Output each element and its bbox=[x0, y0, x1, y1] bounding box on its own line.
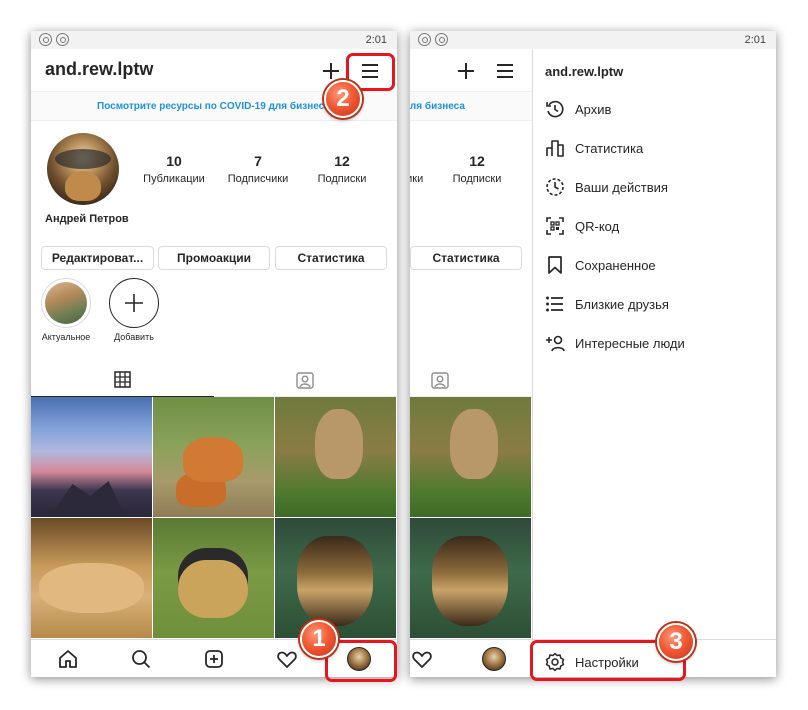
bookmark-icon bbox=[548, 256, 562, 274]
stat-following[interactable]: 12 Подписки bbox=[302, 153, 382, 185]
post-thumbnail-sunset[interactable] bbox=[31, 397, 152, 517]
new-post-icon[interactable] bbox=[456, 61, 476, 81]
status-bar: 2:01 bbox=[410, 31, 776, 49]
stat-following-value: 12 bbox=[469, 153, 485, 169]
side-menu-drawer: and.rew.lptw Архив Статистика Ваши дейст… bbox=[532, 49, 776, 677]
phone-profile-screen: 2:01 and.rew.lptw Посмотрите ресурсы по … bbox=[31, 31, 397, 677]
viber-icon bbox=[56, 33, 69, 46]
profile-avatar[interactable] bbox=[47, 133, 119, 205]
viber-icon bbox=[435, 33, 448, 46]
phone-menu-screen: 2:01 Посмотрите ресурсы по COVID-19 для … bbox=[410, 31, 776, 677]
new-post-icon[interactable] bbox=[321, 61, 341, 81]
post-thumbnail-wild-dog[interactable] bbox=[275, 518, 396, 638]
viber-icon bbox=[39, 33, 52, 46]
step-badge-1: 1 bbox=[300, 620, 338, 658]
heart-icon[interactable] bbox=[276, 648, 298, 670]
menu-item-qr-code-label: QR-код bbox=[575, 219, 620, 234]
activity-icon bbox=[546, 178, 564, 196]
menu-item-insights[interactable]: Статистика bbox=[545, 138, 765, 158]
menu-item-close-friends[interactable]: Близкие друзья bbox=[545, 294, 765, 314]
status-bar: 2:01 bbox=[31, 31, 397, 49]
post-thumbnail-wild-dog[interactable] bbox=[410, 518, 531, 638]
stat-following-value: 12 bbox=[334, 153, 350, 169]
highlight-current-label: Актуальное bbox=[41, 332, 91, 342]
promotions-button[interactable]: Промоакции bbox=[158, 246, 270, 270]
menu-item-archive-label: Архив bbox=[575, 102, 612, 117]
drawer-username: and.rew.lptw bbox=[545, 64, 624, 79]
qr-code-icon bbox=[546, 217, 564, 235]
stat-followers[interactable]: 7 Подписчики bbox=[410, 153, 433, 185]
stat-following[interactable]: 12 Подписки bbox=[437, 153, 517, 185]
post-thumbnail-fox[interactable] bbox=[153, 397, 274, 517]
archive-icon bbox=[546, 100, 564, 118]
stat-following-label: Подписки bbox=[317, 173, 367, 185]
menu-item-activity-label: Ваши действия bbox=[575, 180, 668, 195]
profile-username: and.rew.lptw bbox=[45, 59, 154, 79]
search-icon[interactable] bbox=[130, 648, 152, 670]
profile-nav-avatar[interactable] bbox=[482, 647, 506, 671]
edit-profile-button[interactable]: Редактироват... bbox=[41, 246, 154, 270]
menu-item-saved[interactable]: Сохраненное bbox=[545, 255, 765, 275]
stat-followers-label: Подписчики bbox=[410, 173, 424, 185]
covid-banner-text[interactable]: Посмотрите ресурсы по COVID-19 для бизне… bbox=[410, 101, 465, 112]
post-thumbnail-monkeys[interactable] bbox=[153, 518, 274, 638]
stat-posts[interactable]: 10 Публикации bbox=[134, 153, 214, 185]
tagged-icon bbox=[296, 372, 314, 389]
status-time: 2:01 bbox=[365, 34, 387, 46]
post-thumbnail-owl[interactable] bbox=[275, 397, 396, 517]
highlight-cover bbox=[45, 282, 87, 324]
tagged-icon bbox=[431, 372, 449, 389]
stat-followers-value: 7 bbox=[254, 153, 262, 169]
home-icon[interactable] bbox=[57, 648, 79, 670]
menu-item-discover-people-label: Интересные люди bbox=[575, 336, 685, 351]
stat-followers[interactable]: 7 Подписчики bbox=[218, 153, 298, 185]
status-time: 2:01 bbox=[744, 34, 766, 46]
menu-item-insights-label: Статистика bbox=[575, 141, 644, 156]
stat-followers-label: Подписчики bbox=[227, 173, 289, 185]
step-badge-2: 2 bbox=[324, 80, 362, 118]
discover-people-icon bbox=[546, 335, 565, 352]
profile-tabs bbox=[410, 363, 532, 397]
tab-tagged[interactable] bbox=[214, 363, 397, 397]
highlight-current[interactable] bbox=[41, 278, 91, 328]
menu-item-discover-people[interactable]: Интересные люди bbox=[545, 333, 765, 353]
insights-icon bbox=[546, 140, 564, 157]
insights-button[interactable]: Статистика bbox=[275, 246, 387, 270]
covid-banner-text[interactable]: Посмотрите ресурсы по COVID-19 для бизне… bbox=[97, 101, 330, 112]
grid-icon bbox=[114, 371, 131, 388]
profile-tabs bbox=[31, 363, 397, 397]
stat-posts-label: Публикации bbox=[143, 173, 205, 185]
step-badge-3: 3 bbox=[657, 623, 695, 661]
menu-item-activity[interactable]: Ваши действия bbox=[545, 177, 765, 197]
new-post-nav-icon[interactable] bbox=[203, 648, 225, 670]
post-thumbnail-owl[interactable] bbox=[410, 397, 531, 517]
post-thumbnail-rabbits[interactable] bbox=[31, 518, 152, 638]
menu-icon[interactable] bbox=[495, 61, 515, 81]
menu-item-saved-label: Сохраненное bbox=[575, 258, 656, 273]
insights-button[interactable]: Статистика bbox=[410, 246, 522, 270]
add-highlight-button[interactable] bbox=[109, 278, 159, 328]
menu-item-close-friends-label: Близкие друзья bbox=[575, 297, 669, 312]
covid-banner[interactable]: Посмотрите ресурсы по COVID-19 для бизне… bbox=[410, 91, 532, 121]
add-highlight-label: Добавить bbox=[114, 332, 154, 342]
stat-followers-value: 7 bbox=[410, 153, 433, 169]
menu-item-archive[interactable]: Архив bbox=[545, 99, 765, 119]
close-friends-icon bbox=[546, 296, 563, 312]
stat-following-label: Подписки bbox=[452, 173, 502, 185]
stat-posts-value: 10 bbox=[166, 153, 182, 169]
profile-full-name: Андрей Петров bbox=[45, 213, 129, 225]
tutorial-screenshot: 2:01 and.rew.lptw Посмотрите ресурсы по … bbox=[0, 0, 808, 710]
tab-grid[interactable] bbox=[31, 363, 214, 397]
heart-icon[interactable] bbox=[411, 648, 433, 670]
tab-tagged[interactable] bbox=[410, 363, 532, 397]
viber-icon bbox=[418, 33, 431, 46]
menu-item-qr-code[interactable]: QR-код bbox=[545, 216, 765, 236]
plus-icon bbox=[125, 294, 143, 312]
